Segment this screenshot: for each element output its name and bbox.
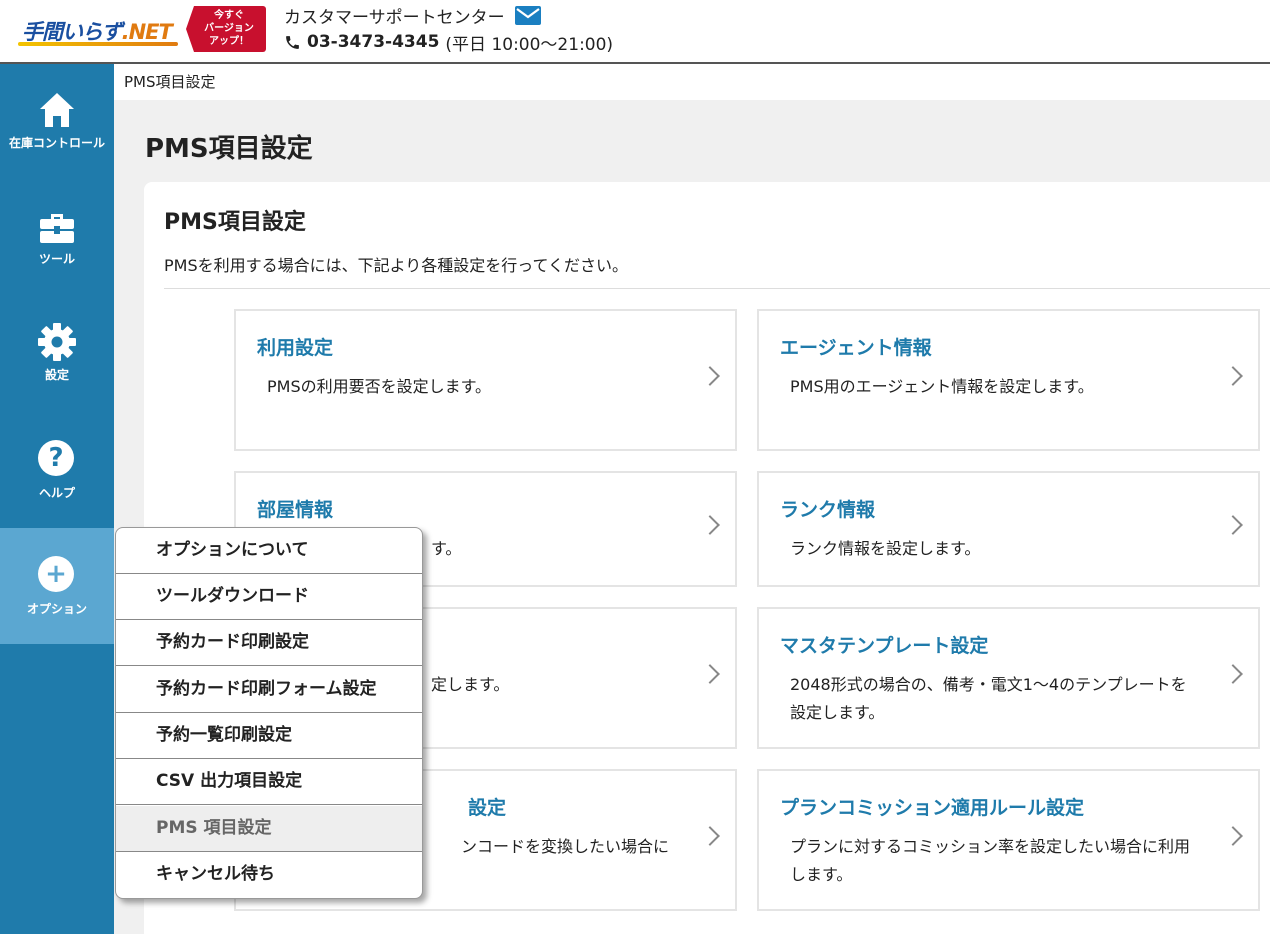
sidebar-item-label: 在庫コントロール [8,136,105,150]
tile-description: プランに対するコミッション率を設定したい場合に利用します。 [790,837,1191,884]
menu-item-reservation-list-print[interactable]: 予約一覧印刷設定 [116,713,422,759]
chevron-right-icon [1223,366,1243,386]
tile-description: ランク情報を設定します。 [790,539,981,558]
upgrade-badge[interactable]: 今すぐ バージョン アップ！ [186,6,266,52]
logo-underline [18,42,178,46]
sidebar-item-settings[interactable]: 設定 [0,296,114,412]
sidebar-item-label: ツール [38,252,75,266]
tile-title: ランク情報 [780,499,876,521]
upgrade-badge-line: バージョン [204,23,254,34]
phone-icon [286,35,299,49]
tile-plan-commission[interactable]: プランコミッション適用ルール設定 プランに対するコミッション率を設定したい場合に… [757,769,1260,911]
tile-description: 2048形式の場合の、備考・電文1〜4のテンプレートを設定します。 [790,675,1187,722]
home-icon [40,93,74,127]
card-title: PMS項目設定 [164,210,306,235]
menu-item-waitlist[interactable]: キャンセル待ち [116,852,422,898]
tile-title: 部屋情報 [257,499,334,521]
tile-title: エージェント情報 [780,337,932,359]
tile-title: マスタテンプレート設定 [780,635,989,657]
chevron-right-icon [1223,826,1243,846]
divider [164,288,1270,289]
tile-title: 設定 [468,797,507,819]
menu-item-csv-output[interactable]: CSV 出力項目設定 [116,759,422,805]
menu-item-reservation-card-form[interactable]: 予約カード印刷フォーム設定 [116,667,422,713]
support-title: カスタマーサポートセンター [284,7,505,28]
upgrade-badge-line: アップ！ [209,36,249,47]
menu-item-about-options[interactable]: オプションについて [116,528,422,574]
sidebar-item-inventory[interactable]: 在庫コントロール [0,64,114,180]
toolbox-icon [40,214,74,243]
chevron-right-icon [700,366,720,386]
sidebar-item-options[interactable]: + オプション [0,528,114,644]
phone-number: 03-3473-4345 [307,32,440,52]
sidebar-item-help[interactable]: ? ヘルプ [0,412,114,528]
logo-suffix: .NET [121,20,173,44]
plus-icon: + [38,556,74,592]
support-info: カスタマーサポートセンター 03-3473-4345 (平日 10:00〜21:… [284,2,613,56]
tile-description: PMSの利用要否を設定します。 [267,377,492,396]
tile-usage-settings[interactable]: 利用設定 PMSの利用要否を設定します。 [234,309,737,451]
menu-item-pms-settings[interactable]: PMS 項目設定 [116,806,422,852]
chevron-right-icon [1223,515,1243,535]
sidebar: 在庫コントロール ツール 設定 ? ヘルプ + オプション [0,64,114,934]
options-dropdown-menu: オプションについて ツールダウンロード 予約カード印刷設定 予約カード印刷フォー… [115,527,423,899]
help-icon: ? [38,440,74,476]
tile-master-template[interactable]: マスタテンプレート設定 2048形式の場合の、備考・電文1〜4のテンプレートを設… [757,607,1260,749]
menu-item-reservation-card-print[interactable]: 予約カード印刷設定 [116,620,422,666]
sidebar-item-tools[interactable]: ツール [0,180,114,296]
logo[interactable]: 手間いらず.NET [18,10,180,50]
tile-title: 利用設定 [257,337,334,359]
mail-icon[interactable] [514,5,541,25]
tile-description: PMS用のエージェント情報を設定します。 [790,377,1094,396]
sidebar-item-label: ヘルプ [38,486,75,500]
logo-main: 手間いらず [22,20,123,44]
sidebar-item-label: オプション [26,602,87,616]
phone-hours: (平日 10:00〜21:00) [445,34,614,55]
tile-title: プランコミッション適用ルール設定 [780,797,1085,819]
chevron-right-icon [1223,664,1243,684]
breadcrumb: PMS項目設定 [124,73,216,91]
sidebar-item-label: 設定 [44,368,69,382]
page-title: PMS項目設定 [145,134,313,164]
gear-icon [38,323,76,361]
tile-agent-info[interactable]: エージェント情報 PMS用のエージェント情報を設定します。 [757,309,1260,451]
card-description: PMSを利用する場合には、下記より各種設定を行ってください。 [164,256,629,275]
header: 手間いらず.NET 今すぐ バージョン アップ！ カスタマーサポートセンター 0… [0,0,1270,64]
upgrade-badge-line: 今すぐ [214,10,244,21]
tile-rank-info[interactable]: ランク情報 ランク情報を設定します。 [757,471,1260,587]
menu-item-tool-download[interactable]: ツールダウンロード [116,574,422,620]
chevron-right-icon [700,515,720,535]
